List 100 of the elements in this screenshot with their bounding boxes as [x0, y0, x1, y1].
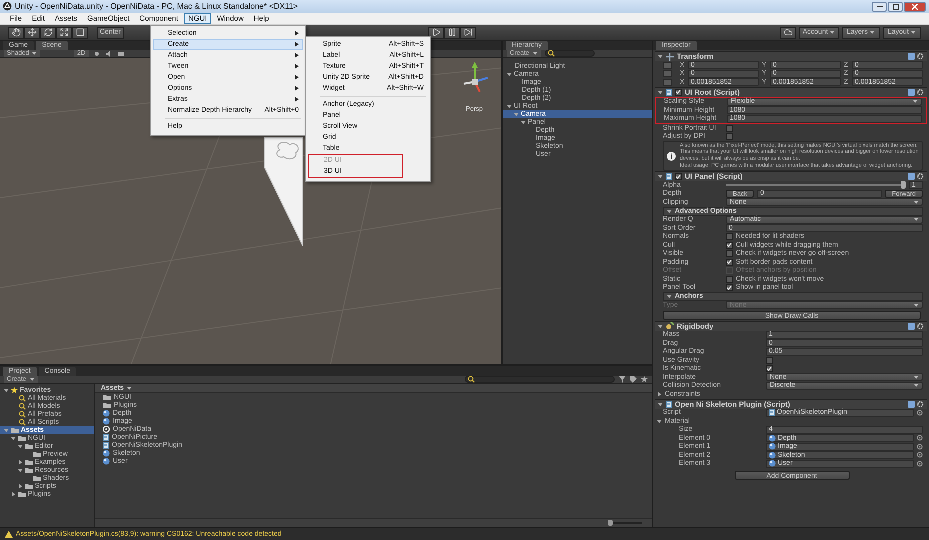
- expand-arrow-icon[interactable]: [18, 460, 23, 464]
- expand-arrow-icon[interactable]: [11, 436, 16, 440]
- script-file-icon: [666, 173, 672, 180]
- caret-icon: [913, 100, 918, 104]
- checkbox[interactable]: [726, 133, 733, 140]
- expand-arrow-icon[interactable]: [657, 392, 662, 397]
- submenu-arrow-icon: [295, 97, 299, 102]
- expand-arrow-icon[interactable]: [658, 90, 663, 94]
- slider-thumb[interactable]: [608, 520, 613, 526]
- slider-track[interactable]: [726, 181, 906, 190]
- caret-icon: [532, 52, 538, 55]
- settings-icon[interactable]: [917, 400, 924, 408]
- star-icon[interactable]: [641, 376, 648, 383]
- minimize-button[interactable]: [872, 2, 887, 12]
- search-field[interactable]: [465, 376, 615, 383]
- play-icon: [432, 28, 441, 37]
- enable-checkbox[interactable]: [675, 173, 682, 180]
- rect-tool-button[interactable]: [72, 26, 88, 38]
- cloud-icon: [784, 28, 793, 37]
- script-file-icon: [666, 88, 672, 96]
- expand-arrow-icon[interactable]: [18, 444, 23, 448]
- submenu-arrow-icon: [295, 75, 299, 80]
- search-field[interactable]: [544, 50, 595, 57]
- effects-toggle-icon[interactable]: [116, 50, 125, 56]
- caret-icon: [911, 31, 916, 34]
- submenu-arrow-icon: [295, 53, 299, 58]
- submenu-arrow-icon: [295, 42, 299, 47]
- checkbox[interactable]: [726, 258, 733, 266]
- unity-logo-icon: [3, 2, 12, 11]
- script-file-icon: [666, 400, 672, 408]
- object-picker-icon[interactable]: [917, 410, 923, 416]
- rotate-tool-button[interactable]: [40, 26, 56, 38]
- move-tool-button[interactable]: [24, 26, 40, 38]
- settings-icon[interactable]: [917, 88, 924, 96]
- step-button[interactable]: [460, 26, 476, 38]
- caret-icon: [870, 31, 876, 34]
- checkbox[interactable]: [726, 250, 733, 258]
- expand-arrow-icon[interactable]: [667, 208, 672, 214]
- expand-arrow-icon[interactable]: [658, 54, 663, 59]
- enable-checkbox[interactable]: [675, 88, 682, 96]
- expand-arrow-icon[interactable]: [4, 428, 9, 432]
- search-icon: [468, 376, 475, 383]
- hand-tool-button[interactable]: [8, 26, 24, 38]
- expand-arrow-icon[interactable]: [657, 418, 662, 424]
- pause-button[interactable]: [444, 26, 460, 38]
- info-icon: [667, 152, 676, 161]
- settings-icon[interactable]: [917, 53, 924, 60]
- expand-arrow-icon[interactable]: [658, 174, 663, 180]
- warning-icon: [5, 530, 13, 538]
- cloud-button[interactable]: [780, 26, 796, 38]
- checkbox[interactable]: [726, 284, 733, 292]
- expand-arrow-icon[interactable]: [658, 402, 663, 407]
- settings-icon[interactable]: [917, 322, 924, 330]
- checkbox[interactable]: [726, 242, 733, 249]
- hand-icon: [12, 28, 20, 37]
- close-icon: [912, 4, 918, 10]
- lighting-toggle-icon[interactable]: [92, 50, 101, 56]
- caret-icon: [126, 386, 132, 390]
- scale-icon: [60, 28, 68, 37]
- slider-thumb[interactable]: [901, 181, 906, 190]
- expand-arrow-icon[interactable]: [658, 324, 663, 329]
- scale-tool-button[interactable]: [56, 26, 72, 38]
- play-button[interactable]: [428, 26, 444, 38]
- submenu-arrow-icon: [295, 86, 299, 91]
- maximize-icon: [892, 4, 898, 10]
- unity-scene-icon: [103, 426, 110, 432]
- checkbox[interactable]: [726, 124, 733, 132]
- expand-arrow-icon[interactable]: [18, 468, 23, 472]
- expand-arrow-icon[interactable]: [507, 72, 512, 76]
- checkbox[interactable]: [726, 276, 733, 283]
- expand-arrow-icon[interactable]: [11, 492, 16, 496]
- checkbox[interactable]: [726, 233, 733, 240]
- star-icon: [11, 386, 18, 394]
- rect-icon: [76, 28, 84, 37]
- move-icon: [28, 28, 36, 37]
- script-file-icon: [769, 409, 775, 416]
- caret-icon: [914, 200, 919, 204]
- window-title: Unity - OpenNiData.unity - OpenNiData - PC, Mac & Linux Standalone* <DX11>: [15, 2, 298, 11]
- search-icon: [548, 50, 555, 57]
- caret-icon: [32, 52, 38, 55]
- expand-arrow-icon[interactable]: [4, 388, 9, 392]
- rotate-icon: [44, 28, 52, 37]
- caret-icon: [30, 378, 35, 381]
- checkbox[interactable]: [766, 365, 773, 372]
- pause-icon: [448, 28, 457, 37]
- expand-arrow-icon[interactable]: [521, 120, 526, 124]
- submenu-arrow-icon: [295, 64, 299, 69]
- expand-arrow-icon[interactable]: [18, 484, 23, 488]
- expand-arrow-icon[interactable]: [667, 294, 672, 300]
- close-button[interactable]: [904, 2, 926, 12]
- maximize-button[interactable]: [888, 2, 903, 12]
- minimize-icon: [876, 5, 882, 8]
- settings-icon[interactable]: [917, 173, 924, 180]
- submenu-arrow-icon: [295, 31, 299, 36]
- caret-icon: [830, 31, 836, 34]
- checkbox[interactable]: [766, 356, 773, 364]
- rigidbody-icon: [666, 322, 674, 330]
- step-icon: [464, 28, 473, 37]
- expand-arrow-icon[interactable]: [507, 104, 512, 108]
- expand-arrow-icon[interactable]: [514, 112, 519, 116]
